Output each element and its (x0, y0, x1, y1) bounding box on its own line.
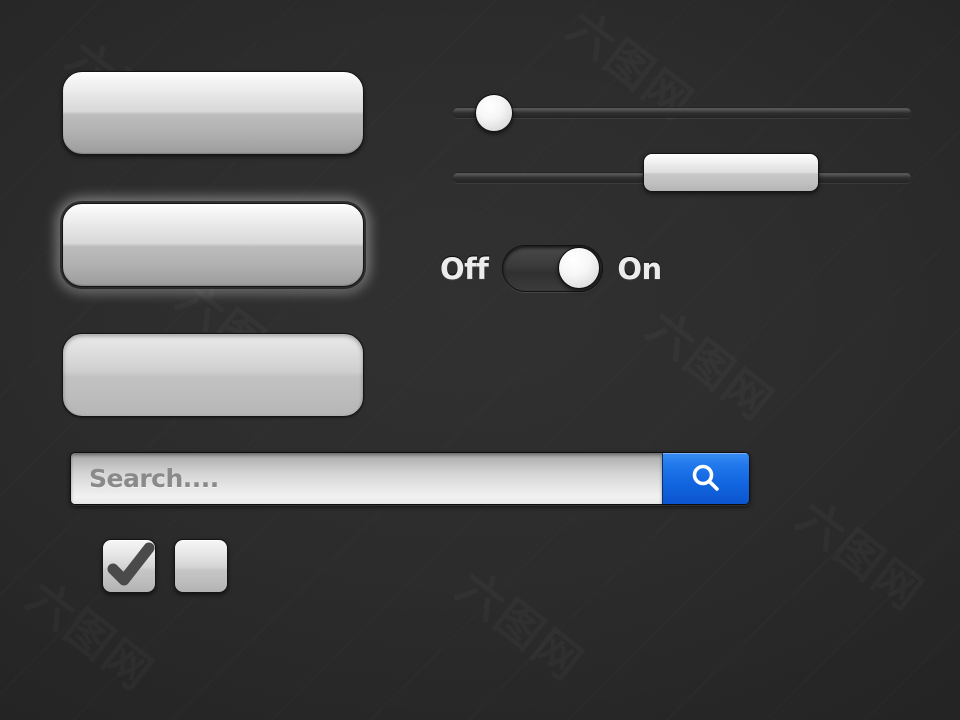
watermark: 六图网 (785, 483, 939, 624)
toggle-switch-group: Off On (440, 245, 662, 292)
slider-knob-circle[interactable] (475, 94, 513, 132)
toggle-knob[interactable] (558, 247, 601, 289)
check-icon (107, 542, 155, 586)
slider-knob-rect[interactable] (643, 153, 819, 192)
search-placeholder: Search.... (89, 464, 219, 493)
button-pressed[interactable] (62, 333, 364, 417)
button-focus[interactable] (62, 203, 364, 287)
search-icon (692, 464, 719, 491)
search-button[interactable] (662, 453, 749, 504)
toggle-switch[interactable] (502, 245, 604, 292)
toggle-off-label: Off (440, 251, 489, 286)
ui-kit-canvas: 六图网 六图网 六图网 六图网 六图网 六图网 六图网 Off On (0, 0, 960, 720)
search-bar: Search.... (70, 452, 750, 505)
watermark: 六图网 (635, 293, 789, 434)
watermark: 六图网 (445, 553, 599, 694)
button-normal[interactable] (62, 71, 364, 155)
checkbox-unchecked[interactable] (174, 539, 228, 593)
toggle-on-label: On (617, 251, 662, 286)
checkbox-checked[interactable] (102, 539, 156, 593)
search-input[interactable]: Search.... (71, 453, 662, 504)
slider-track[interactable] (452, 107, 912, 118)
